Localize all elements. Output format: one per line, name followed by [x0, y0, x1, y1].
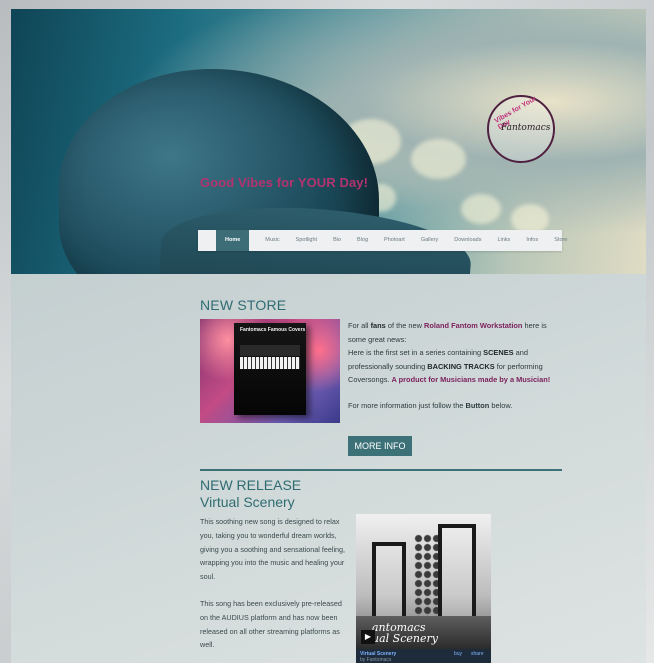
product-box-title: Fantomacs Famous Covers	[240, 327, 306, 333]
logo-script-text: Fantomacs	[501, 123, 551, 133]
nav-item-links[interactable]: Links	[481, 230, 510, 251]
store-text-accent: A product for Musicians made by a Musici…	[391, 375, 551, 385]
track-artist[interactable]: by Fantomacs	[360, 657, 391, 663]
info-text-bold: Button	[465, 401, 490, 410]
nav-item-bio[interactable]: Bio	[317, 230, 341, 251]
product-box: Fantomacs Famous Covers	[234, 323, 306, 415]
keyboard-panel	[240, 345, 300, 356]
store-text: Here is the first set in a series contai…	[348, 348, 484, 358]
release-heading: NEW RELEASE	[200, 477, 302, 493]
store-text-bold: SCENES	[483, 348, 514, 358]
info-text: For more information just follow the	[348, 401, 466, 410]
release-subheading: Virtual Scenery	[200, 494, 295, 510]
store-product-name: Roland Fantom Workstation	[424, 321, 523, 330]
store-description: For all fans of the new Roland Fantom Wo…	[348, 319, 566, 387]
store-text-bold: BACKING TRACKS	[427, 361, 495, 371]
store-info-line: For more information just follow the But…	[348, 401, 512, 410]
bokeh-light	[411, 139, 466, 179]
store-heading: NEW STORE	[200, 297, 287, 313]
bokeh-light	[461, 194, 501, 224]
info-text: below.	[489, 401, 513, 410]
nav-item-blog[interactable]: Blog	[341, 230, 368, 251]
nav-item-store[interactable]: Store	[538, 230, 567, 251]
store-product-image[interactable]: Fantomacs Famous Covers	[200, 319, 340, 423]
nav-item-photoart[interactable]: Photoart	[368, 230, 405, 251]
store-text: For all	[348, 321, 371, 330]
more-info-button[interactable]: MORE INFO	[348, 436, 412, 456]
nav-item-home[interactable]: Home	[216, 230, 250, 251]
player-info-bar: Virtual Scenery by Fantomacs buy share	[356, 649, 491, 663]
hero-tagline: Good Vibes for YOUR Day!	[200, 175, 369, 190]
page-frame: Vibes for Your Day Fantomacs Good Vibes …	[11, 9, 646, 663]
audio-player-embed[interactable]: antomacs ual Scenery ▶ Virtual Scenery b…	[356, 514, 491, 663]
main-navigation: Home Music Spotlight Bio Blog Photoart G…	[198, 230, 567, 251]
section-divider	[200, 469, 562, 471]
hero-banner: Vibes for Your Day Fantomacs Good Vibes …	[11, 9, 646, 274]
store-text-bold: fans	[370, 321, 386, 330]
play-icon[interactable]: ▶	[361, 630, 375, 644]
site-logo[interactable]: Vibes for Your Day Fantomacs	[487, 95, 555, 163]
store-text: of the new	[385, 321, 425, 330]
nav-item-music[interactable]: Music	[249, 230, 279, 251]
nav-item-infos[interactable]: Infos	[510, 230, 538, 251]
nav-item-downloads[interactable]: Downloads	[438, 230, 481, 251]
release-description: This soothing new song is designed to re…	[200, 517, 346, 582]
share-link[interactable]: share	[471, 651, 484, 657]
nav-item-gallery[interactable]: Gallery	[405, 230, 438, 251]
keyboard-keys	[240, 357, 300, 369]
buy-link[interactable]: buy	[454, 651, 462, 657]
release-availability: This song has been exclusively pre-relea…	[200, 599, 342, 650]
album-art-text: antomacs ual Scenery	[372, 622, 438, 644]
album-art: antomacs ual Scenery ▶	[356, 514, 491, 649]
art-line-2: ual Scenery	[372, 632, 438, 645]
nav-item-spotlight[interactable]: Spotlight	[280, 230, 317, 251]
